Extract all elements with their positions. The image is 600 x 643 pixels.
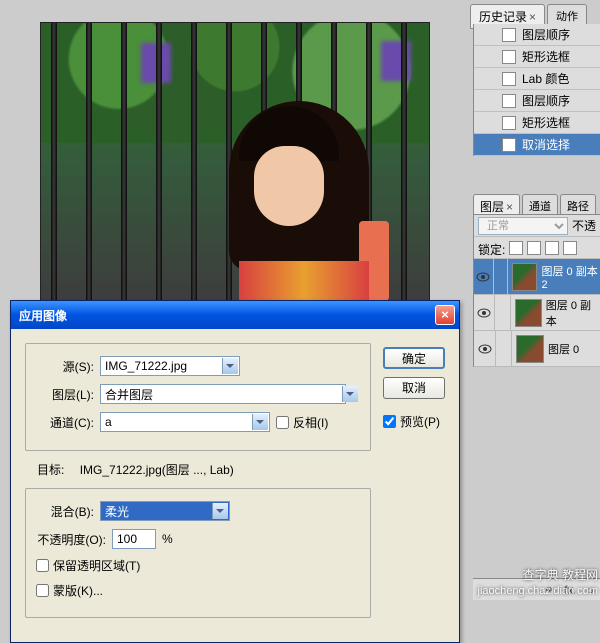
history-icon (502, 116, 516, 130)
close-tab-icon[interactable]: × (529, 10, 536, 24)
layer-select[interactable] (100, 384, 346, 404)
history-panel: 图层顺序 矩形选框 Lab 颜色 图层顺序 矩形选框 取消选择 (473, 24, 600, 156)
dialog-titlebar[interactable]: 应用图像 × (11, 301, 459, 329)
opacity-input[interactable] (112, 529, 156, 549)
channel-select[interactable] (100, 412, 270, 432)
preview-checkbox[interactable] (383, 415, 396, 428)
blend-mode-select[interactable]: 正常 (478, 217, 568, 235)
cancel-button[interactable]: 取消 (383, 377, 445, 399)
history-icon (502, 138, 516, 152)
history-icon (502, 94, 516, 108)
channel-label: 通道(C): (36, 414, 94, 431)
layer-thumbnail (512, 263, 537, 291)
invert-label: 反相(I) (293, 414, 328, 431)
history-item[interactable]: 图层顺序 (474, 24, 600, 46)
layer-row[interactable]: 图层 0 (474, 331, 600, 367)
layer-thumbnail (515, 299, 542, 327)
history-item[interactable]: 图层顺序 (474, 90, 600, 112)
visibility-icon[interactable] (474, 259, 494, 295)
layer-name: 图层 0 副本 2 (541, 263, 600, 291)
history-icon (502, 28, 516, 42)
visibility-icon[interactable] (474, 331, 496, 367)
close-tab-icon[interactable]: × (506, 200, 513, 214)
link-cell[interactable] (496, 331, 512, 367)
invert-checkbox[interactable] (276, 416, 289, 429)
history-icon (502, 50, 516, 64)
history-item[interactable]: 矩形选框 (474, 46, 600, 68)
history-icon (502, 72, 516, 86)
layer-label: 图层(L): (36, 386, 94, 403)
percent-label: % (162, 532, 173, 546)
lock-trans-icon[interactable] (509, 241, 523, 255)
layer-name: 图层 0 (548, 341, 579, 357)
layer-row[interactable]: 图层 0 副本 2 (474, 259, 600, 295)
watermark: 查字典 教程网 jiaocheng.chazidian.com (478, 568, 598, 598)
link-cell[interactable] (494, 259, 508, 295)
preview-label: 预览(P) (400, 413, 440, 430)
dialog-title: 应用图像 (15, 307, 435, 324)
blend-select[interactable] (100, 501, 230, 521)
preserve-trans-checkbox[interactable] (36, 559, 49, 572)
lock-move-icon[interactable] (545, 241, 559, 255)
ok-button[interactable]: 确定 (383, 347, 445, 369)
source-label: 源(S): (36, 358, 94, 375)
history-item[interactable]: 取消选择 (474, 134, 600, 156)
opacity-label: 不透 (572, 217, 596, 234)
source-select[interactable] (100, 356, 240, 376)
opacity-label: 不透明度(O): (36, 531, 106, 548)
apply-image-dialog: 应用图像 × 源(S): 图层(L): 通道(C): 反相(I) (10, 300, 460, 643)
history-item[interactable]: Lab 颜色 (474, 68, 600, 90)
preserve-trans-label: 保留透明区域(T) (53, 557, 140, 574)
history-item[interactable]: 矩形选框 (474, 112, 600, 134)
lock-paint-icon[interactable] (527, 241, 541, 255)
layer-thumbnail (516, 335, 544, 363)
close-icon[interactable]: × (435, 305, 455, 325)
mask-label: 蒙版(K)... (53, 582, 103, 599)
document-canvas (40, 22, 430, 302)
lock-all-icon[interactable] (563, 241, 577, 255)
target-value: IMG_71222.jpg(图层 ..., Lab) (80, 461, 234, 478)
layers-panel: 正常 不透 锁定: 图层 0 副本 2 图层 0 副本 图层 0 (473, 214, 600, 367)
lock-label: 锁定: (478, 241, 505, 255)
layer-name: 图层 0 副本 (546, 297, 600, 329)
blend-label: 混合(B): (36, 503, 94, 520)
mask-checkbox[interactable] (36, 584, 49, 597)
link-cell[interactable] (495, 295, 510, 331)
visibility-icon[interactable] (474, 295, 495, 331)
target-label: 目标: (37, 461, 64, 478)
layer-row[interactable]: 图层 0 副本 (474, 295, 600, 331)
